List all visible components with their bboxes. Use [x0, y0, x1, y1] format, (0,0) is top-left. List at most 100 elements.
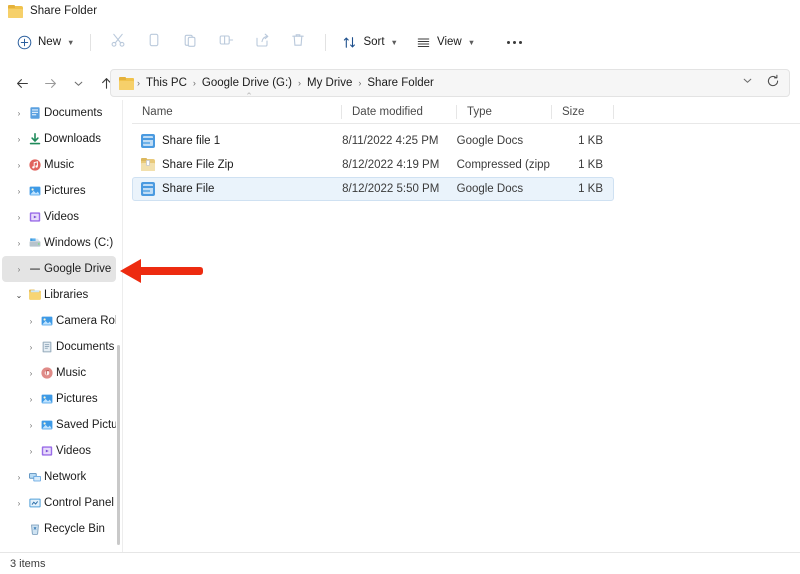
chevron-right-icon[interactable]: ›	[12, 499, 26, 508]
sidebar-item-music-library[interactable]: › Music	[2, 360, 116, 386]
rename-button[interactable]	[208, 28, 244, 56]
chevron-right-icon[interactable]: ›	[12, 109, 26, 118]
sidebar-item-music[interactable]: › Music	[2, 152, 116, 178]
documents-lib-icon	[38, 340, 56, 354]
chevron-down-icon[interactable]: ⌄	[12, 291, 26, 300]
file-name-cell: Share File Zip	[133, 158, 342, 172]
file-size-cell: 1 KB	[578, 183, 603, 195]
table-row[interactable]: Share File 8/12/2022 5:50 PM Google Docs…	[132, 177, 614, 201]
file-name: Share file 1	[162, 135, 221, 147]
cut-button[interactable]	[100, 28, 136, 56]
sidebar-item-documents[interactable]: › Documents	[2, 100, 116, 126]
chevron-right-icon[interactable]: ›	[12, 239, 26, 248]
paste-icon	[182, 32, 198, 53]
chevron-right-icon[interactable]: ›	[24, 343, 38, 352]
address-bar[interactable]: › This PC › Google Drive (G:) › My Drive…	[110, 69, 790, 97]
share-button[interactable]	[244, 28, 280, 56]
column-header-size[interactable]: Size	[552, 100, 614, 124]
sidebar-item-google-drive[interactable]: › Google Drive	[2, 256, 116, 282]
breadcrumb-item-my-drive[interactable]: My Drive	[302, 74, 357, 92]
sidebar-item-label: Libraries	[44, 289, 89, 301]
pane-divider[interactable]	[122, 100, 123, 552]
address-bar-actions	[735, 71, 785, 95]
column-header-name[interactable]: Name ⌃	[132, 91, 342, 124]
new-button[interactable]: New ▼	[10, 28, 81, 56]
column-divider[interactable]	[613, 104, 614, 119]
sidebar-item-label: Videos	[56, 445, 92, 457]
chevron-right-icon[interactable]: ›	[12, 161, 26, 170]
column-header-label: Type	[467, 105, 492, 118]
chevron-right-icon[interactable]: ›	[12, 213, 26, 222]
view-button[interactable]: View ▼	[409, 28, 482, 56]
recycle-bin-icon	[26, 522, 44, 536]
file-list-area: Name ⌃ Date modified Type Size Share fil…	[132, 91, 800, 552]
back-button[interactable]	[8, 69, 36, 97]
chevron-right-icon[interactable]: ›	[24, 369, 38, 378]
sidebar-item-libraries[interactable]: ⌄ Libraries	[2, 282, 116, 308]
forward-button[interactable]	[36, 69, 64, 97]
see-more-button[interactable]	[496, 28, 532, 56]
navigation-pane[interactable]: › Documents › Downloads › Music › Pictur…	[0, 100, 118, 552]
navigation-pane-scrollbar[interactable]	[117, 345, 120, 545]
sidebar-item-saved-picture[interactable]: › Saved Picture	[2, 412, 116, 438]
chevron-right-icon[interactable]: ›	[24, 421, 38, 430]
sidebar-item-downloads[interactable]: › Downloads	[2, 126, 116, 152]
breadcrumb: › This PC › Google Drive (G:) › My Drive…	[136, 74, 735, 92]
copy-icon	[146, 32, 162, 53]
delete-button[interactable]	[280, 28, 316, 56]
pictures-icon	[38, 392, 56, 406]
address-dropdown-button[interactable]	[735, 71, 759, 95]
table-row[interactable]: Share file 1 8/11/2022 4:25 PM Google Do…	[132, 129, 614, 153]
control-panel-icon	[26, 496, 44, 510]
file-size-cell: 1 KB	[578, 159, 603, 171]
column-header-type[interactable]: Type	[457, 100, 552, 124]
sidebar-item-control-panel[interactable]: › Control Panel	[2, 490, 116, 516]
chevron-right-icon[interactable]: ›	[24, 317, 38, 326]
sidebar-item-recycle-bin[interactable]: › Recycle Bin	[2, 516, 116, 542]
breadcrumb-item-google-drive[interactable]: Google Drive (G:)	[197, 74, 297, 92]
copy-button[interactable]	[136, 28, 172, 56]
toolbar-divider	[90, 33, 92, 51]
sidebar-item-videos[interactable]: › Videos	[2, 204, 116, 230]
refresh-button[interactable]	[761, 71, 785, 95]
chevron-right-icon[interactable]: ›	[12, 187, 26, 196]
folder-icon	[119, 76, 134, 90]
chevron-right-icon[interactable]: ›	[24, 447, 38, 456]
sidebar-item-camera-roll[interactable]: › Camera Roll	[2, 308, 116, 334]
chevron-right-icon[interactable]: ›	[24, 395, 38, 404]
sidebar-item-label: Google Drive	[44, 263, 112, 275]
sidebar-item-label: Documents	[44, 107, 103, 119]
sidebar-item-documents-library[interactable]: › Documents	[2, 334, 116, 360]
chevron-right-icon[interactable]: ›	[12, 135, 26, 144]
network-icon	[26, 470, 44, 484]
music-icon	[26, 158, 44, 172]
sidebar-item-videos-library[interactable]: › Videos	[2, 438, 116, 464]
sidebar-item-windows-c[interactable]: › Windows (C:)	[2, 230, 116, 256]
rename-icon	[218, 32, 234, 53]
breadcrumb-item-this-pc[interactable]: This PC	[141, 74, 192, 92]
breadcrumb-item-share-folder[interactable]: Share Folder	[362, 74, 438, 92]
downloads-icon	[26, 132, 44, 146]
column-header-label: Date modified	[352, 105, 423, 118]
sidebar-item-network[interactable]: › Network	[2, 464, 116, 490]
google-docs-icon	[141, 134, 155, 148]
chevron-right-icon[interactable]: ›	[12, 265, 26, 274]
sort-button[interactable]: Sort ▼	[335, 28, 405, 56]
folder-icon	[8, 4, 23, 18]
file-type-cell: Google Docs	[456, 183, 524, 195]
chevron-right-icon[interactable]: ›	[12, 473, 26, 482]
table-row[interactable]: Share File Zip 8/12/2022 4:19 PM Compres…	[132, 153, 614, 177]
recent-locations-button[interactable]	[64, 69, 92, 97]
sidebar-item-pictures-library[interactable]: › Pictures	[2, 386, 116, 412]
libraries-icon	[26, 288, 44, 302]
sort-ascending-icon: ⌃	[245, 90, 253, 101]
pictures-icon	[26, 184, 44, 198]
item-count-label: 3 items	[10, 557, 46, 570]
column-header-date-modified[interactable]: Date modified	[342, 100, 457, 124]
arrow-left-icon	[15, 76, 30, 91]
sidebar-item-pictures[interactable]: › Pictures	[2, 178, 116, 204]
sidebar-item-label: Pictures	[44, 185, 86, 197]
paste-button[interactable]	[172, 28, 208, 56]
file-type-cell: Google Docs	[456, 135, 524, 147]
file-name: Share File Zip	[162, 159, 234, 171]
